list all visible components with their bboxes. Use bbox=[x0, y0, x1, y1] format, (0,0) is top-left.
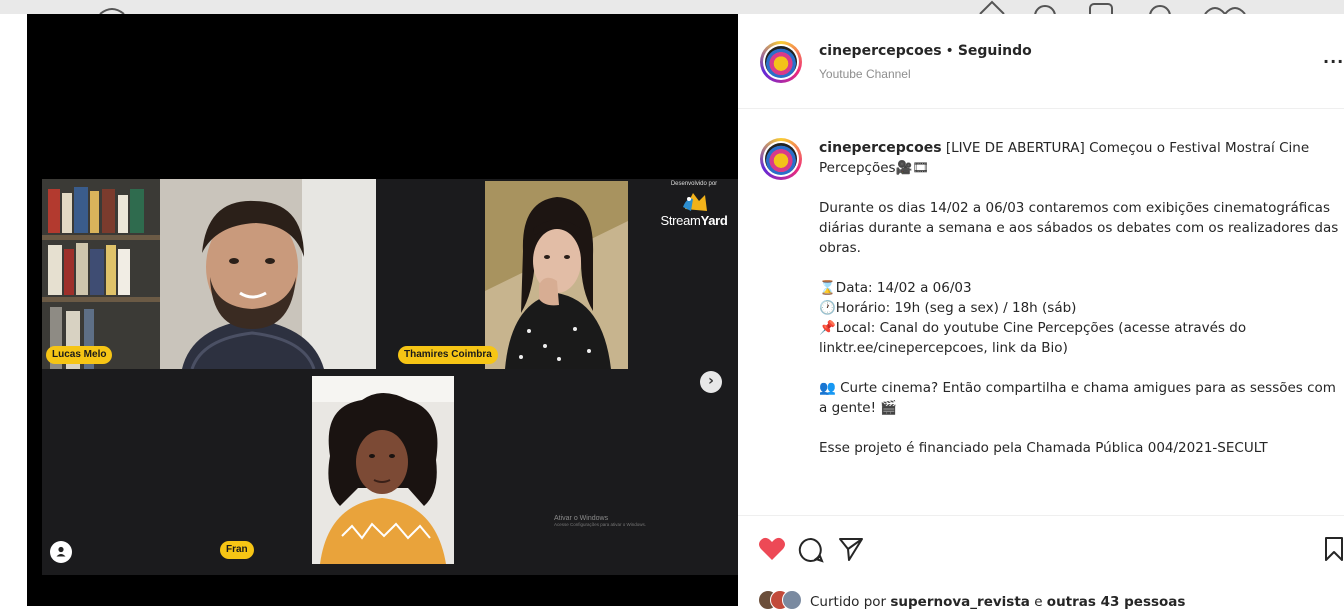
participant-video-thamires bbox=[485, 181, 628, 369]
share-icon[interactable] bbox=[838, 536, 864, 562]
heart-icon[interactable] bbox=[758, 536, 786, 562]
streamyard-logo-icon bbox=[683, 193, 707, 211]
liker-avatar bbox=[782, 590, 802, 610]
livestream-video[interactable]: Lucas Melo Thamires Coimbra Fran Desenvo… bbox=[27, 14, 738, 606]
caption-paragraph: Durante os dias 14/02 a 06/03 contaremos… bbox=[819, 200, 1339, 256]
participant-name-tag: Lucas Melo bbox=[46, 346, 113, 364]
user-icon bbox=[56, 546, 66, 557]
more-options-button[interactable]: ... bbox=[1323, 48, 1344, 67]
next-arrow-button[interactable]: › bbox=[700, 371, 722, 393]
comment-icon[interactable] bbox=[798, 537, 824, 563]
author-username[interactable]: cinepercepcoes bbox=[819, 43, 942, 59]
user-icon-button[interactable] bbox=[50, 541, 72, 563]
participant-video-lucas bbox=[42, 179, 376, 369]
instagram-post-panel: cinepercepcoes • Seguindo Youtube Channel … bbox=[738, 14, 1344, 610]
caption-avatar[interactable] bbox=[760, 138, 802, 180]
streamyard-name: StreamYard bbox=[660, 213, 728, 228]
caption-username[interactable]: cinepercepcoes bbox=[819, 140, 942, 156]
participant-tile-thamires bbox=[485, 181, 628, 369]
caption-date: ⌛Data: 14/02 a 06/03 bbox=[819, 280, 972, 296]
header-line: cinepercepcoes • Seguindo bbox=[819, 43, 1032, 59]
bookmark-icon[interactable] bbox=[1324, 536, 1344, 562]
top-icons bbox=[99, 0, 1246, 14]
streamyard-branding: Desenvolvido por StreamYard bbox=[650, 181, 738, 228]
author-avatar[interactable] bbox=[760, 41, 802, 83]
windows-activation-watermark: Ativar o Windows Acesse Configurações pa… bbox=[554, 515, 647, 527]
participant-name-tag: Fran bbox=[220, 541, 254, 559]
branding-caption: Desenvolvido por bbox=[670, 181, 718, 187]
caption-paragraph: 👥 Curte cinema? Então compartilha e cham… bbox=[819, 380, 1336, 416]
liker-username[interactable]: supernova_revista bbox=[890, 594, 1030, 610]
post-header: cinepercepcoes • Seguindo Youtube Channel … bbox=[738, 14, 1344, 109]
post-caption: cinepercepcoes [LIVE DE ABERTURA] Começo… bbox=[819, 138, 1344, 508]
streamyard-stage: Lucas Melo Thamires Coimbra Fran Desenvo… bbox=[42, 179, 738, 575]
participant-video-fran bbox=[312, 376, 454, 564]
liked-by-line: Curtido por supernova_revista e outras 4… bbox=[810, 594, 1186, 610]
participant-tile-lucas: Lucas Melo bbox=[42, 179, 376, 369]
caption-place: 📌Local: Canal do youtube Cine Percepções… bbox=[819, 320, 1247, 356]
participant-tile-fran bbox=[312, 376, 454, 564]
caption-time: 🕐Horário: 19h (seg a sex) / 18h (sáb) bbox=[819, 300, 1077, 316]
likes-count-link[interactable]: outras 43 pessoas bbox=[1047, 594, 1186, 610]
author-subtitle: Youtube Channel bbox=[819, 67, 911, 81]
following-status[interactable]: Seguindo bbox=[958, 43, 1032, 59]
participant-name-tag: Thamires Coimbra bbox=[398, 346, 498, 364]
post-actions: Curtido por supernova_revista e outras 4… bbox=[738, 515, 1344, 610]
separator-dot: • bbox=[945, 43, 954, 59]
browser-top-strip bbox=[0, 0, 1344, 14]
caption-paragraph: Esse projeto é financiado pela Chamada P… bbox=[819, 440, 1268, 456]
